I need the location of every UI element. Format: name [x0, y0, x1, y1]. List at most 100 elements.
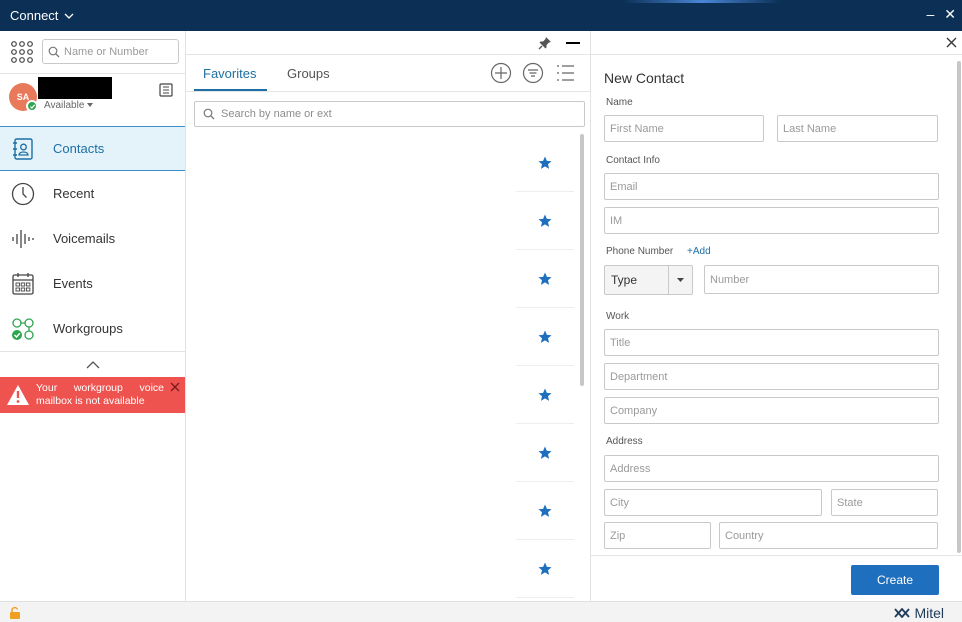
phone-number-field[interactable]	[704, 265, 939, 294]
contact-card-icon[interactable]	[159, 83, 173, 97]
redacted-user-name	[38, 77, 112, 99]
sidebar-item-events[interactable]: Events	[0, 261, 185, 306]
address-field[interactable]	[604, 455, 939, 482]
unlock-icon[interactable]	[9, 606, 21, 619]
favorite-row[interactable]	[516, 134, 574, 192]
global-search[interactable]	[42, 39, 179, 64]
search-icon	[203, 108, 215, 120]
country-field[interactable]	[719, 522, 938, 549]
app-window: Connect – ✕ SA Available	[0, 0, 962, 622]
clock-icon	[11, 182, 35, 205]
tab-groups[interactable]: Groups	[287, 66, 330, 81]
sidebar-item-label: Recent	[53, 186, 95, 201]
favorite-row[interactable]	[516, 308, 574, 366]
global-search-input[interactable]	[64, 45, 174, 58]
caret-down-icon	[87, 103, 94, 107]
section-name-label: Name	[606, 97, 633, 108]
star-icon[interactable]	[538, 330, 552, 344]
list-view-icon[interactable]	[554, 62, 576, 84]
close-icon[interactable]	[946, 37, 957, 48]
create-button[interactable]: Create	[851, 565, 939, 595]
favorite-row[interactable]	[516, 540, 574, 598]
tab-favorites[interactable]: Favorites	[203, 66, 256, 81]
minimize-panel-icon[interactable]	[566, 42, 580, 44]
voicemail-icon	[12, 229, 34, 248]
filter-icon[interactable]	[522, 62, 544, 84]
favorite-row[interactable]	[516, 192, 574, 250]
close-window-icon[interactable]: ✕	[944, 6, 956, 23]
title-field[interactable]	[604, 329, 939, 356]
sidebar-item-label: Workgroups	[53, 321, 123, 336]
sidebar-item-label: Voicemails	[53, 231, 116, 246]
section-address-label: Address	[606, 436, 643, 447]
chevron-down-icon	[64, 13, 74, 19]
sidebar-item-label: Events	[53, 276, 93, 291]
favorite-row[interactable]	[516, 424, 574, 482]
presence-available-icon	[26, 100, 38, 112]
email-field[interactable]	[604, 173, 939, 200]
favorites-list	[516, 134, 574, 598]
section-work-label: Work	[606, 311, 630, 322]
sidebar-item-label: Contacts	[53, 141, 105, 156]
section-contact-info-label: Contact Info	[606, 155, 660, 166]
favorite-row[interactable]	[516, 250, 574, 308]
alert-message: Your workgroup voice mailbox is not avai…	[36, 382, 164, 407]
favorite-row[interactable]	[516, 482, 574, 540]
active-tab-indicator	[194, 89, 267, 91]
app-menu[interactable]: Connect	[10, 8, 74, 23]
favorites-tabs: Favorites Groups	[186, 55, 590, 92]
department-field[interactable]	[604, 363, 939, 390]
status-bar: Mitel	[0, 601, 962, 622]
section-phone-label: Phone Number	[606, 246, 674, 257]
favorite-row[interactable]	[516, 366, 574, 424]
pin-icon[interactable]	[538, 36, 552, 50]
sidebar-item-recent[interactable]: Recent	[0, 171, 185, 216]
state-field[interactable]	[831, 489, 938, 516]
brand-name: Mitel	[914, 605, 944, 621]
scrollbar[interactable]	[580, 134, 584, 386]
warning-icon	[7, 385, 29, 405]
minimize-window-icon[interactable]: –	[926, 6, 934, 23]
form-title: New Contact	[604, 70, 685, 86]
phone-type-select[interactable]: Type	[604, 265, 693, 295]
window-controls: – ✕	[926, 6, 956, 23]
im-field[interactable]	[604, 207, 939, 234]
city-field[interactable]	[604, 489, 822, 516]
close-icon[interactable]	[170, 382, 180, 392]
sidebar-item-contacts[interactable]: Contacts	[0, 126, 185, 171]
collapse-nav[interactable]	[0, 351, 185, 377]
panel-toolbar	[186, 31, 590, 55]
favorites-panel: Favorites Groups	[186, 31, 590, 601]
star-icon[interactable]	[538, 156, 552, 170]
star-icon[interactable]	[538, 272, 552, 286]
favorites-search[interactable]	[194, 101, 585, 127]
panel-toolbar	[591, 31, 962, 55]
window-title: Connect	[10, 8, 59, 23]
new-contact-panel: New Contact Name Contact Info Phone Numb…	[590, 31, 962, 601]
phone-type-value: Type	[611, 273, 638, 287]
brand-logo: Mitel	[894, 605, 944, 621]
presence-status[interactable]: Available	[44, 100, 94, 111]
favorites-search-input[interactable]	[221, 108, 571, 120]
tab-tools	[490, 62, 576, 84]
scrollbar[interactable]	[957, 61, 961, 553]
divider	[0, 73, 185, 74]
star-icon[interactable]	[538, 446, 552, 460]
zip-field[interactable]	[604, 522, 711, 549]
star-icon[interactable]	[538, 562, 552, 576]
title-bar: Connect – ✕	[0, 0, 962, 31]
phone-type-caret	[668, 266, 692, 294]
dialpad-icon[interactable]	[10, 40, 34, 64]
add-phone-link[interactable]: +Add	[687, 246, 711, 257]
workgroups-icon	[12, 317, 34, 340]
sidebar-item-workgroups[interactable]: Workgroups	[0, 306, 185, 351]
last-name-field[interactable]	[777, 115, 938, 142]
first-name-field[interactable]	[604, 115, 764, 142]
sidebar: SA Available Contacts	[0, 31, 186, 601]
company-field[interactable]	[604, 397, 939, 424]
sidebar-item-voicemails[interactable]: Voicemails	[0, 216, 185, 261]
add-circle-icon[interactable]	[490, 62, 512, 84]
star-icon[interactable]	[538, 214, 552, 228]
star-icon[interactable]	[538, 388, 552, 402]
star-icon[interactable]	[538, 504, 552, 518]
